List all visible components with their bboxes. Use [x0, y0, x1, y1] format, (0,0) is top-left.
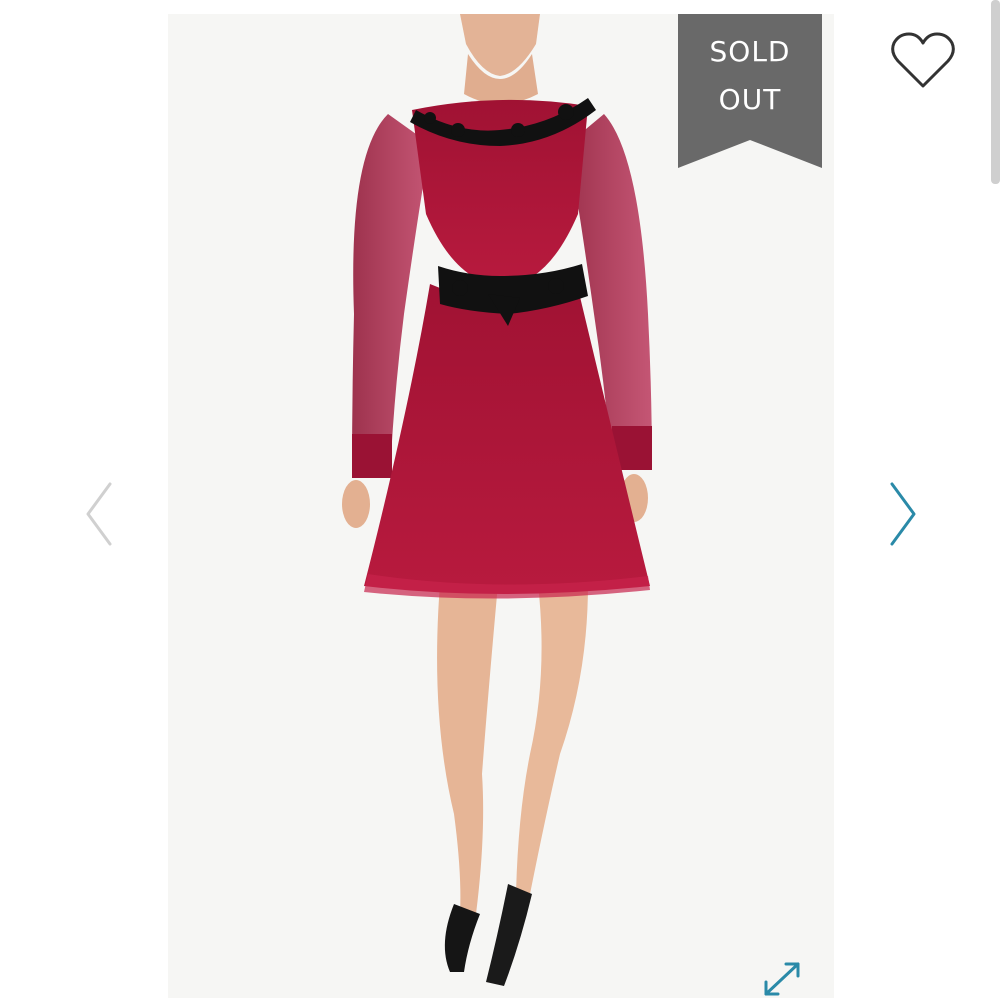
- scrollbar-thumb[interactable]: [991, 0, 1000, 184]
- previous-image-button[interactable]: [78, 478, 118, 550]
- sold-out-label-line2: OUT: [718, 83, 782, 116]
- fullscreen-button[interactable]: [758, 958, 806, 998]
- wishlist-button[interactable]: [890, 30, 956, 92]
- chevron-left-icon: [86, 482, 112, 546]
- sold-out-label-line1: SOLD: [709, 35, 791, 68]
- chevron-right-icon: [890, 482, 916, 546]
- next-image-button[interactable]: [884, 478, 924, 550]
- heart-outline-icon: [891, 32, 955, 88]
- sold-out-badge: SOLD OUT: [678, 14, 822, 168]
- product-image-viewer: SOLD OUT: [0, 0, 1000, 998]
- expand-arrows-icon: [764, 962, 800, 996]
